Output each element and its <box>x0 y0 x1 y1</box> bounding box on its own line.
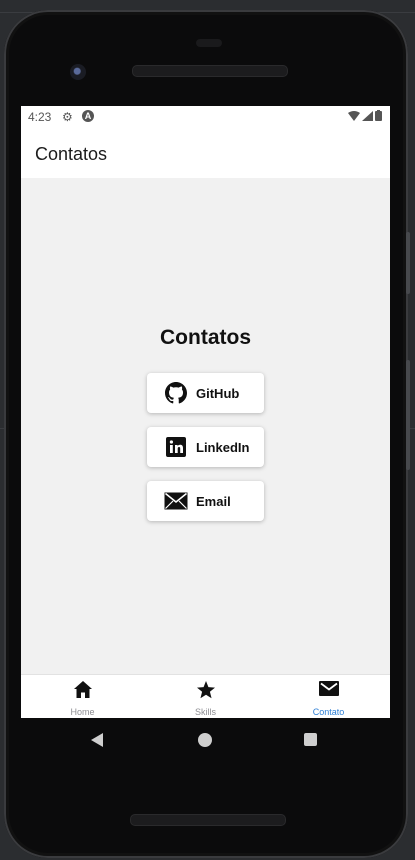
star-icon <box>196 681 215 704</box>
tab-contato[interactable]: Contato <box>267 675 390 718</box>
volume-button[interactable] <box>406 232 410 294</box>
linkedin-button[interactable]: LinkedIn <box>147 427 264 467</box>
email-label: Email <box>196 493 231 509</box>
camera-icon <box>70 64 86 80</box>
wifi-icon <box>348 110 360 121</box>
power-button[interactable] <box>406 360 410 470</box>
home-icon <box>73 681 92 703</box>
status-bar: 4:23 ⚙ A <box>21 106 390 128</box>
signal-icon <box>362 110 373 121</box>
status-icons <box>348 110 382 121</box>
app-screen: 4:23 ⚙ A Contatos Contatos GitHub Linked… <box>21 106 390 718</box>
proximity-sensor <box>196 39 222 47</box>
tab-skills[interactable]: Skills <box>144 675 267 718</box>
linkedin-icon <box>165 436 187 458</box>
app-bar: Contatos <box>21 128 390 178</box>
tab-home[interactable]: Home <box>21 675 144 718</box>
github-label: GitHub <box>196 385 240 401</box>
back-icon[interactable] <box>91 733 103 747</box>
tab-skills-label: Skills <box>194 707 216 717</box>
battery-icon <box>375 110 382 121</box>
github-icon <box>165 382 187 404</box>
contacts-content: Contatos GitHub LinkedIn Email <box>21 178 390 674</box>
recents-icon[interactable] <box>304 733 317 746</box>
tab-contato-label: Contato <box>312 707 345 717</box>
linkedin-label: LinkedIn <box>196 439 250 455</box>
mail-icon <box>318 681 339 701</box>
system-nav-bar <box>21 718 390 762</box>
notification-a-icon: A <box>82 110 94 122</box>
mail-icon <box>164 490 188 512</box>
bottom-speaker <box>130 814 286 826</box>
tab-home-label: Home <box>70 707 95 717</box>
settings-icon: ⚙ <box>62 110 73 124</box>
home-button-icon[interactable] <box>198 733 212 747</box>
contacts-heading: Contatos <box>160 326 251 349</box>
email-button[interactable]: Email <box>147 481 264 521</box>
earpiece-speaker <box>132 65 288 77</box>
page-title: Contatos <box>35 144 108 164</box>
github-button[interactable]: GitHub <box>147 373 264 413</box>
bottom-nav: Home Skills Contato <box>21 674 390 718</box>
status-time: 4:23 <box>28 110 52 124</box>
